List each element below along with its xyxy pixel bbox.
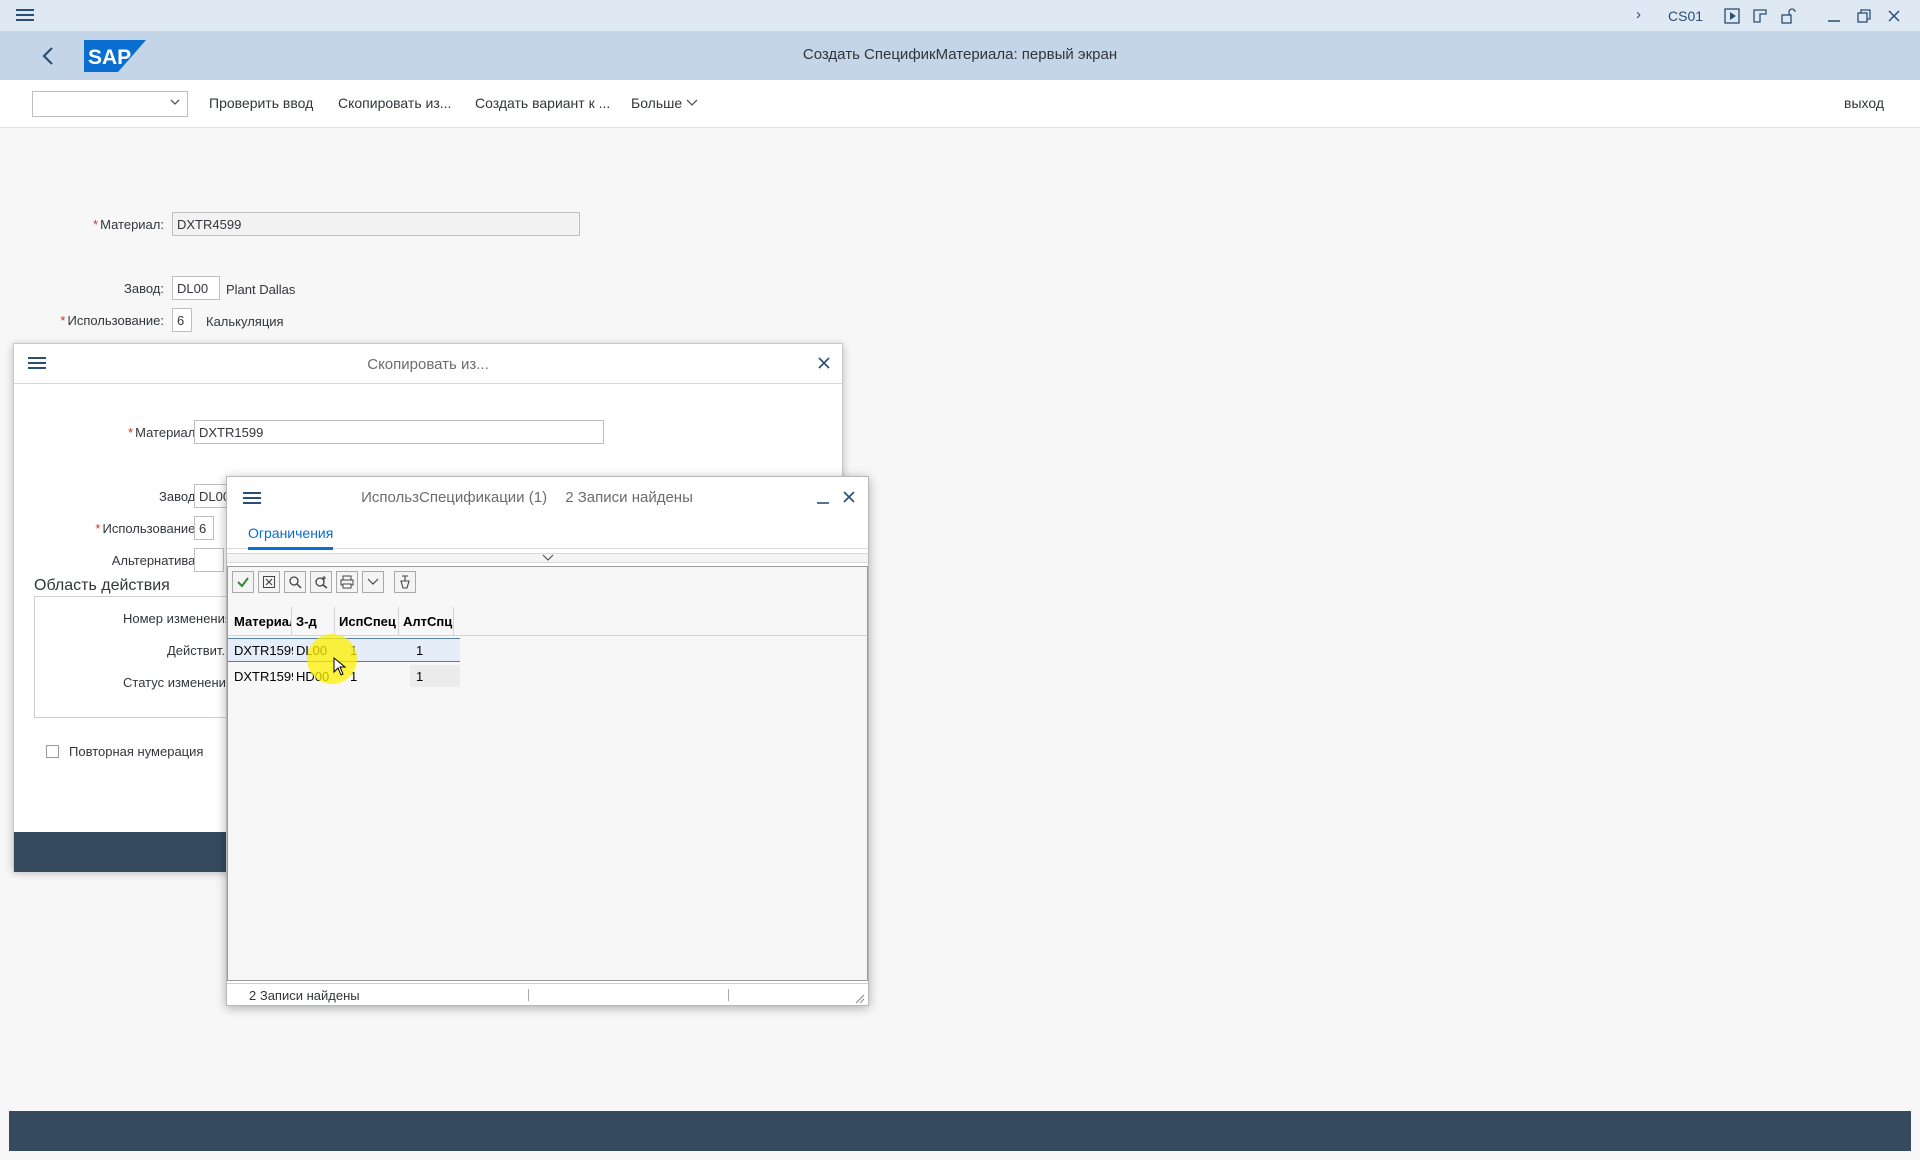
close-icon[interactable]	[816, 355, 832, 376]
chevron-right-icon[interactable]: ›	[1636, 6, 1641, 23]
transaction-code: CS01	[1668, 8, 1704, 24]
restore-icon[interactable]	[1854, 6, 1874, 26]
close-icon[interactable]	[841, 489, 857, 510]
chevron-down-icon	[542, 554, 553, 561]
search-next-icon[interactable]	[310, 571, 332, 593]
more-button[interactable]: Больше	[631, 95, 698, 111]
exit-button[interactable]: выход	[1844, 95, 1884, 111]
material-label: * Материал:	[93, 217, 164, 232]
alternative-label: Альтернатива:	[111, 553, 199, 568]
command-field-select[interactable]	[32, 91, 188, 117]
cursor-highlight	[307, 634, 357, 684]
cell-material[interactable]: DXTR1599	[231, 639, 293, 661]
svg-text:SAP: SAP	[88, 46, 131, 69]
material-input[interactable]: DXTR4599	[172, 212, 580, 236]
print-menu-chevron-icon[interactable]	[362, 571, 384, 593]
system-bar: › CS01	[0, 0, 1920, 32]
status-divider	[728, 989, 729, 1001]
copy-material-label: * Материал:	[128, 425, 199, 440]
alternative-input[interactable]	[194, 548, 224, 572]
plant-input[interactable]: DL00	[172, 276, 220, 300]
collapse-toggle[interactable]	[227, 553, 868, 563]
play-icon[interactable]	[1722, 6, 1742, 26]
dialog-title-text: ИспользСпецификации (1)	[361, 489, 548, 506]
page-title: Создать СпецификМатериала: первый экран	[802, 46, 1118, 63]
dialog-title: ИспользСпецификации (1) 2 Записи найдены	[227, 489, 827, 506]
minimize-icon[interactable]	[815, 489, 831, 510]
column-header-material[interactable]: Материал	[231, 607, 292, 635]
layout-icon[interactable]	[1750, 6, 1770, 26]
dialog-header: Скопировать из...	[14, 344, 842, 384]
chevron-down-icon	[169, 96, 181, 111]
column-header-plant[interactable]: З-д	[293, 607, 335, 635]
chevron-down-icon	[686, 99, 698, 106]
dialog-title: Скопировать из...	[367, 356, 489, 373]
copy-material-input[interactable]: DXTR1599	[194, 420, 604, 444]
window-close-icon[interactable]	[1884, 6, 1904, 26]
plant-description: Plant Dallas	[226, 282, 296, 297]
confirm-icon[interactable]	[232, 571, 254, 593]
search-icon[interactable]	[284, 571, 306, 593]
valid-from-label: Действит. с:	[167, 643, 239, 658]
print-icon[interactable]	[336, 571, 358, 593]
renumber-checkbox[interactable]	[46, 745, 59, 758]
more-label: Больше	[631, 95, 683, 111]
change-number-label: Номер изменения:	[123, 611, 236, 626]
cancel-icon[interactable]	[258, 571, 280, 593]
records-found-text: 2 Записи найдены	[565, 489, 693, 506]
check-input-button[interactable]: Проверить ввод	[209, 95, 313, 111]
usage-label: * Использование:	[60, 313, 164, 328]
plant-label: Завод:	[124, 281, 164, 296]
cell-alt-bom[interactable]: 1	[413, 665, 453, 687]
filter-icon[interactable]	[394, 571, 416, 593]
sap-logo: SAP	[84, 40, 146, 72]
tab-bar: Ограничения	[227, 517, 868, 550]
minimize-icon[interactable]	[1824, 6, 1844, 26]
unlock-icon[interactable]	[1778, 6, 1798, 26]
column-header-bom-usage[interactable]: ИспСпец	[336, 607, 399, 635]
back-icon[interactable]	[38, 42, 62, 70]
change-status-label: Статус изменения:	[123, 675, 237, 690]
status-text: 2 Записи найдены	[249, 988, 360, 1003]
results-grid-container: Материал З-д ИспСпец АлтСпц DXTR1599 DL0…	[227, 566, 868, 981]
copy-usage-label: * Использование:	[95, 521, 199, 536]
cell-material[interactable]: DXTR1599	[231, 665, 293, 687]
bottom-status-bar	[9, 1111, 1911, 1151]
resize-grip-icon[interactable]	[855, 992, 865, 1007]
title-bar: Создать СпецификМатериала: первый экран …	[0, 32, 1920, 80]
renumber-label: Повторная нумерация	[69, 744, 204, 759]
copy-usage-input[interactable]: 6	[194, 516, 214, 540]
status-divider	[528, 989, 529, 1001]
cell-alt-bom[interactable]: 1	[413, 639, 453, 661]
grid-toolbar	[232, 571, 416, 595]
usage-description: Калькуляция	[206, 314, 284, 329]
dialog-status-bar: 2 Записи найдены	[227, 983, 868, 1005]
toolbar: Проверить ввод Скопировать из... Создать…	[0, 80, 1920, 128]
create-variant-button[interactable]: Создать вариант к ...	[475, 95, 610, 111]
bom-usage-search-dialog: ИспользСпецификации (1) 2 Записи найдены…	[226, 476, 869, 1006]
validity-area-title: Область действия	[34, 577, 170, 594]
mouse-pointer-icon	[333, 656, 347, 682]
usage-input[interactable]: 6	[172, 308, 192, 332]
column-header-alt-bom[interactable]: АлтСпц	[400, 607, 454, 635]
copy-from-button[interactable]: Скопировать из...	[338, 95, 451, 111]
copy-plant-label: Завод:	[159, 489, 199, 504]
tab-restrictions[interactable]: Ограничения	[248, 525, 334, 550]
menu-icon[interactable]	[14, 6, 36, 26]
